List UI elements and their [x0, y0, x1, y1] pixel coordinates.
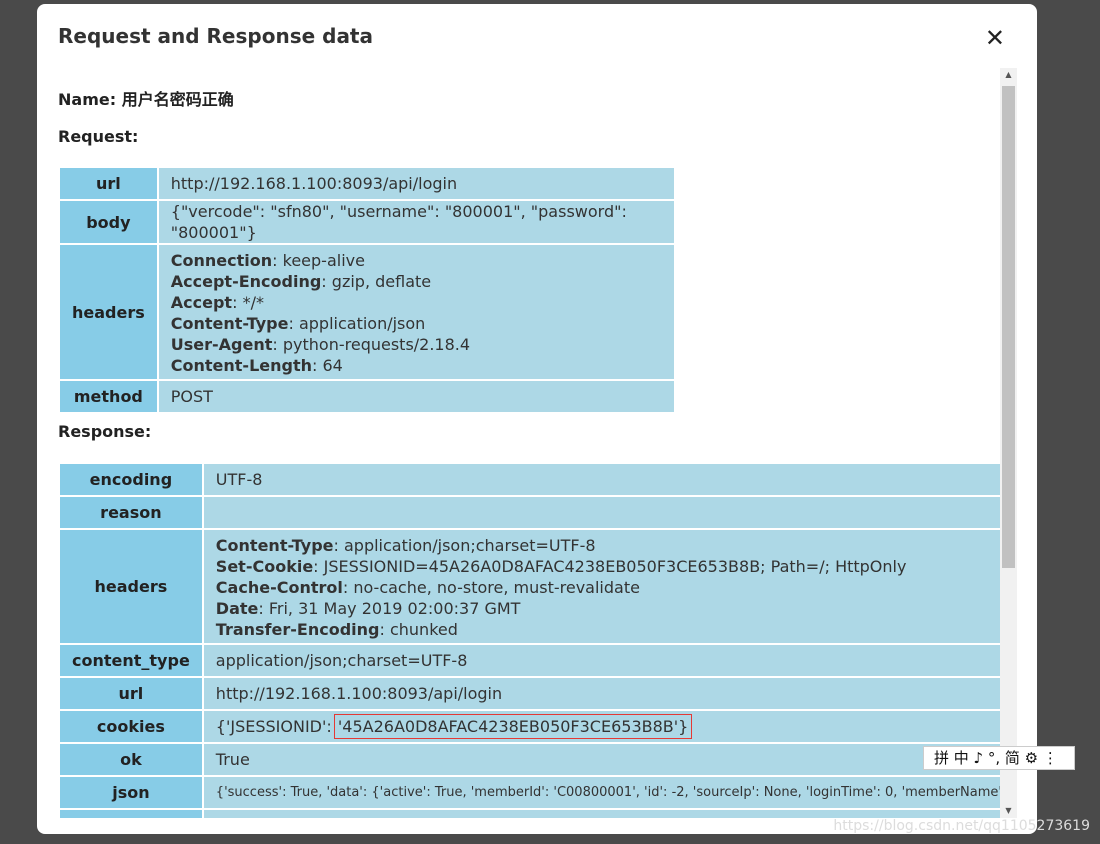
modal-body: Name: 用户名密码正确 Request: url http://192.16…: [58, 72, 1000, 818]
table-row: headers Connection: keep-alive Accept-En…: [58, 243, 677, 381]
response-headers-value: Content-Type: application/json;charset=U…: [201, 528, 1000, 645]
response-json-value: {'success': True, 'data': {'active': Tru…: [201, 775, 1000, 810]
scroll-up-arrow-icon[interactable]: ▲: [1000, 68, 1017, 82]
response-content-type-key: content_type: [58, 643, 204, 678]
request-table: url http://192.168.1.100:8093/api/login …: [58, 166, 677, 414]
table-row: body {"vercode": "sfn80", "username": "8…: [58, 199, 677, 245]
request-headers-value: Connection: keep-alive Accept-Encoding: …: [156, 243, 677, 381]
table-row: [58, 808, 1000, 818]
scroll-down-arrow-icon[interactable]: ▼: [1000, 804, 1017, 818]
response-encoding-value: UTF-8: [201, 462, 1000, 497]
header-line: Content-Type: application/json: [170, 314, 426, 333]
test-name: Name: 用户名密码正确: [58, 86, 234, 110]
response-cookies-key: cookies: [58, 709, 204, 744]
header-line: User-Agent: python-requests/2.18.4: [170, 335, 471, 354]
scrollbar-thumb[interactable]: [1002, 86, 1015, 568]
response-table: encoding UTF-8 reason headers Content-Ty…: [58, 462, 1000, 818]
response-label: Response:: [58, 422, 152, 441]
request-response-modal: Request and Response data ✕ Name: 用户名密码正…: [37, 4, 1037, 834]
close-button[interactable]: ✕: [985, 26, 1005, 50]
response-next-value: [201, 808, 1000, 818]
header-line: Set-Cookie: JSESSIONID=45A26A0D8AFAC4238…: [215, 557, 907, 576]
header-line: Transfer-Encoding: chunked: [215, 620, 458, 639]
response-next-key: [58, 808, 204, 818]
table-row: reason: [58, 495, 1000, 530]
response-url-key: url: [58, 676, 204, 711]
table-row: json {'success': True, 'data': {'active'…: [58, 775, 1000, 810]
name-value: 用户名密码正确: [121, 90, 234, 109]
watermark: https://blog.csdn.net/qq1105273619: [833, 818, 1090, 834]
request-headers-key: headers: [58, 243, 159, 381]
response-json-key: json: [58, 775, 204, 810]
table-row: method POST: [58, 379, 677, 414]
table-row: headers Content-Type: application/json;c…: [58, 528, 1000, 645]
table-row: cookies {'JSESSIONID': '45A26A0D8AFAC423…: [58, 709, 1000, 744]
request-url-key: url: [58, 166, 159, 201]
request-label: Request:: [58, 127, 139, 146]
table-row: ok True: [58, 742, 1000, 777]
request-body-value: {"vercode": "sfn80", "username": "800001…: [156, 199, 677, 245]
response-reason-key: reason: [58, 495, 204, 530]
header-line: Date: Fri, 31 May 2019 02:00:37 GMT: [215, 599, 521, 618]
header-line: Accept-Encoding: gzip, deflate: [170, 272, 432, 291]
header-line: Connection: keep-alive: [170, 251, 365, 270]
response-content-type-value: application/json;charset=UTF-8: [201, 643, 1000, 678]
request-method-key: method: [58, 379, 159, 414]
header-line: Cache-Control: no-cache, no-store, must-…: [215, 578, 640, 597]
response-reason-value: [201, 495, 1000, 530]
response-encoding-key: encoding: [58, 462, 204, 497]
header-line: Content-Length: 64: [170, 356, 343, 375]
header-line: Accept: */*: [170, 293, 264, 312]
header-line: Content-Type: application/json;charset=U…: [215, 536, 596, 555]
table-row: url http://192.168.1.100:8093/api/login: [58, 676, 1000, 711]
table-row: encoding UTF-8: [58, 462, 1000, 497]
request-body-key: body: [58, 199, 159, 245]
table-row: content_type application/json;charset=UT…: [58, 643, 1000, 678]
response-ok-key: ok: [58, 742, 204, 777]
response-ok-value: True: [201, 742, 1000, 777]
cookies-prefix: {'JSESSIONID':: [215, 717, 337, 736]
cookie-highlight-box: '45A26A0D8AFAC4238EB050F3CE653B8B'}: [333, 714, 693, 739]
request-url-value: http://192.168.1.100:8093/api/login: [156, 166, 677, 201]
vertical-scrollbar[interactable]: ▲ ▼: [1000, 68, 1017, 818]
response-cookies-value: {'JSESSIONID': '45A26A0D8AFAC4238EB050F3…: [201, 709, 1000, 744]
response-headers-key: headers: [58, 528, 204, 645]
ime-toolbar[interactable]: 拼 中 ♪ °, 简 ⚙ ⋮: [923, 746, 1075, 770]
table-row: url http://192.168.1.100:8093/api/login: [58, 166, 677, 201]
modal-title: Request and Response data: [58, 24, 373, 48]
request-method-value: POST: [156, 379, 677, 414]
response-url-value: http://192.168.1.100:8093/api/login: [201, 676, 1000, 711]
name-label: Name:: [58, 90, 117, 109]
